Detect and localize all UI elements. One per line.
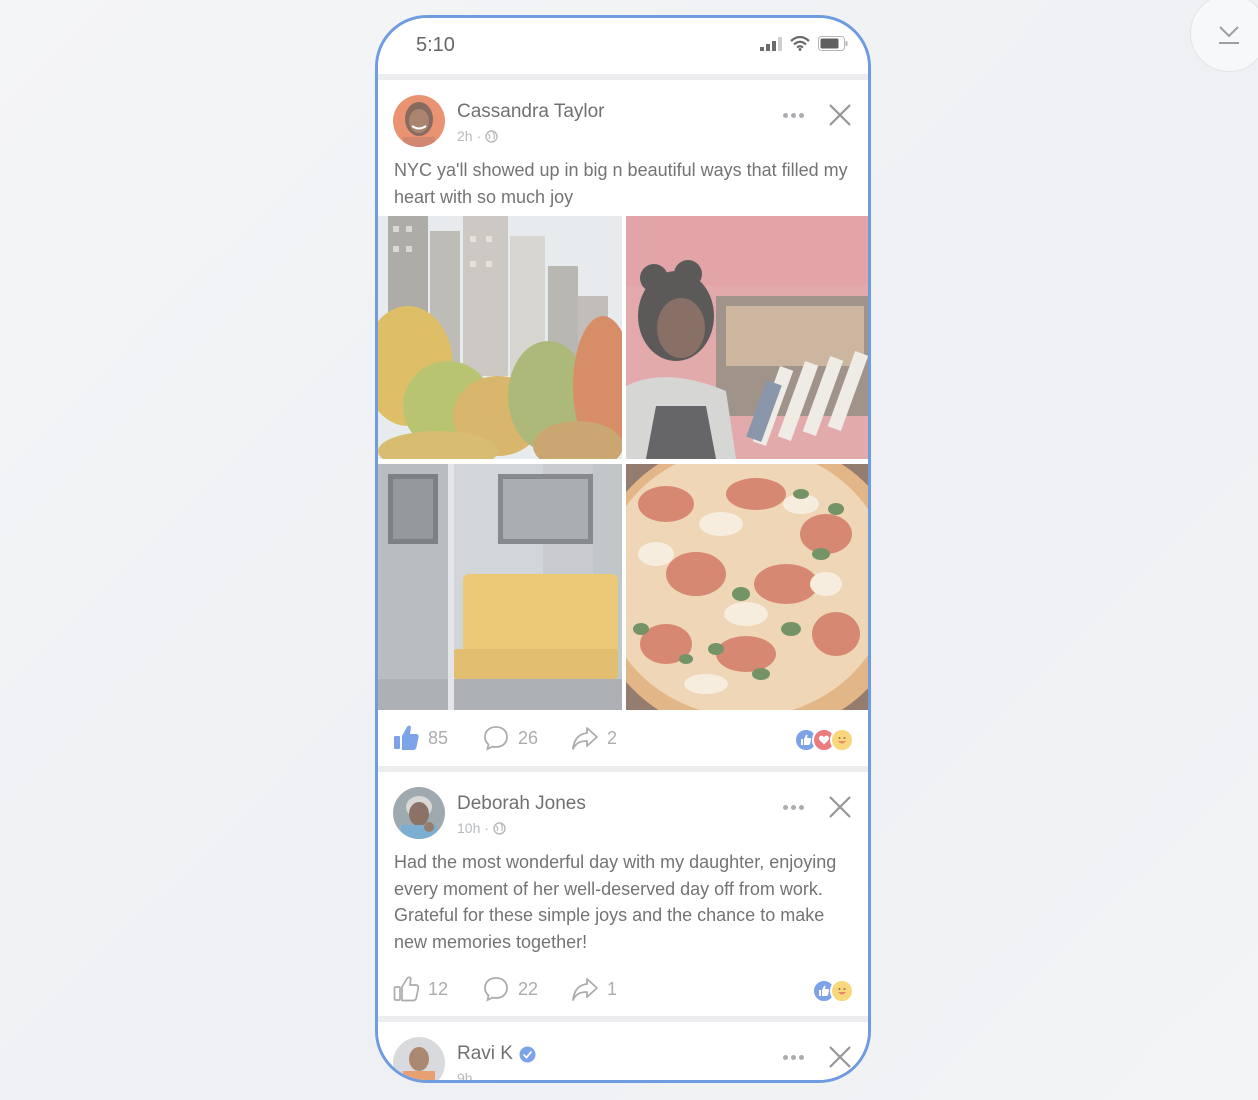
more-dots-icon (798, 804, 804, 810)
verified-badge-icon (519, 1046, 536, 1062)
more-options-button[interactable] (778, 103, 808, 127)
share-count: 2 (607, 727, 618, 748)
like-button[interactable]: 12 (392, 961, 448, 1017)
reaction-summary[interactable] (794, 728, 854, 752)
author-avatar[interactable] (393, 95, 445, 147)
more-dots-icon (782, 112, 788, 118)
author-avatar[interactable] (393, 1037, 445, 1080)
comment-bubble-icon (484, 726, 508, 751)
post-meta: 2h · (457, 128, 498, 144)
like-count: 12 (428, 978, 449, 999)
post-time: 2h (457, 128, 473, 144)
comment-count: 22 (518, 978, 539, 999)
close-x-icon[interactable] (826, 793, 854, 821)
share-arrow-icon (572, 978, 598, 1001)
post-time: 10h (457, 820, 481, 836)
globe-icon (485, 129, 498, 143)
author-name-text: Ravi K (457, 1043, 513, 1064)
more-options-button[interactable] (778, 795, 808, 819)
photo-grid (378, 216, 868, 710)
post-header: Ravi K 9h (378, 1037, 868, 1083)
phone-frame: 5:10 Cassandra Taylor 2h · NYC ya'll sho… (375, 15, 871, 1083)
share-button[interactable]: 1 (571, 961, 617, 1017)
author-avatar[interactable] (393, 787, 445, 839)
photo-pizza[interactable] (626, 464, 868, 710)
meta-separator: · (484, 820, 490, 836)
author-name[interactable]: Deborah Jones (457, 793, 586, 815)
comment-count: 26 (518, 727, 539, 748)
post-card: Deborah Jones 10h · Had the most wonderf… (378, 772, 868, 1016)
cellular-signal-icon (760, 36, 782, 51)
comment-button[interactable]: 26 (482, 710, 538, 766)
more-dots-icon (790, 804, 796, 810)
post-header: Cassandra Taylor 2h · (378, 95, 868, 157)
post-actions: 85 26 2 (378, 710, 868, 766)
share-count: 1 (607, 978, 618, 999)
author-name[interactable]: Cassandra Taylor (457, 101, 605, 123)
wifi-icon (790, 36, 810, 51)
more-dots-icon (790, 1054, 796, 1060)
globe-icon (493, 821, 506, 835)
more-dots-icon (798, 1054, 804, 1060)
haha-reaction-icon (830, 979, 854, 1003)
reaction-summary[interactable] (812, 979, 854, 1003)
chevron-down-bar-icon (1219, 26, 1239, 44)
thumbs-up-icon (393, 976, 420, 1002)
comment-bubble-icon (484, 977, 508, 1002)
like-count: 85 (428, 727, 449, 748)
post-actions: 12 22 1 (378, 961, 868, 1017)
more-options-button[interactable] (778, 1045, 808, 1069)
like-button[interactable]: 85 (392, 710, 448, 766)
post-text: NYC ya'll showed up in big n beautiful w… (394, 160, 848, 207)
battery-icon (818, 36, 848, 51)
post-meta: 9h (457, 1070, 473, 1083)
more-dots-icon (790, 112, 796, 118)
status-time: 5:10 (416, 34, 455, 56)
photo-subway-seat[interactable] (378, 464, 622, 710)
share-arrow-icon (572, 727, 598, 750)
share-button[interactable]: 2 (571, 710, 617, 766)
close-x-icon[interactable] (826, 1043, 854, 1071)
author-name[interactable]: Ravi K (457, 1043, 536, 1065)
comment-button[interactable]: 22 (482, 961, 538, 1017)
status-bar: 5:10 (378, 18, 868, 74)
photo-central-park[interactable] (378, 216, 622, 459)
post-card: Cassandra Taylor 2h · NYC ya'll showed u… (378, 80, 868, 766)
post-text: Had the most wonderful day with my daugh… (394, 852, 837, 952)
post-card: Ravi K 9h (378, 1022, 868, 1083)
more-dots-icon (782, 804, 788, 810)
more-dots-icon (798, 112, 804, 118)
thumbs-up-icon (394, 725, 419, 750)
post-meta: 10h · (457, 820, 506, 836)
meta-separator: · (476, 128, 482, 144)
close-x-icon[interactable] (826, 101, 854, 129)
post-header: Deborah Jones 10h · (378, 787, 868, 849)
post-time: 9h (457, 1070, 473, 1083)
more-dots-icon (782, 1054, 788, 1060)
photo-clothing-store[interactable] (626, 216, 868, 459)
haha-reaction-icon (830, 728, 854, 752)
status-icons (760, 36, 848, 51)
